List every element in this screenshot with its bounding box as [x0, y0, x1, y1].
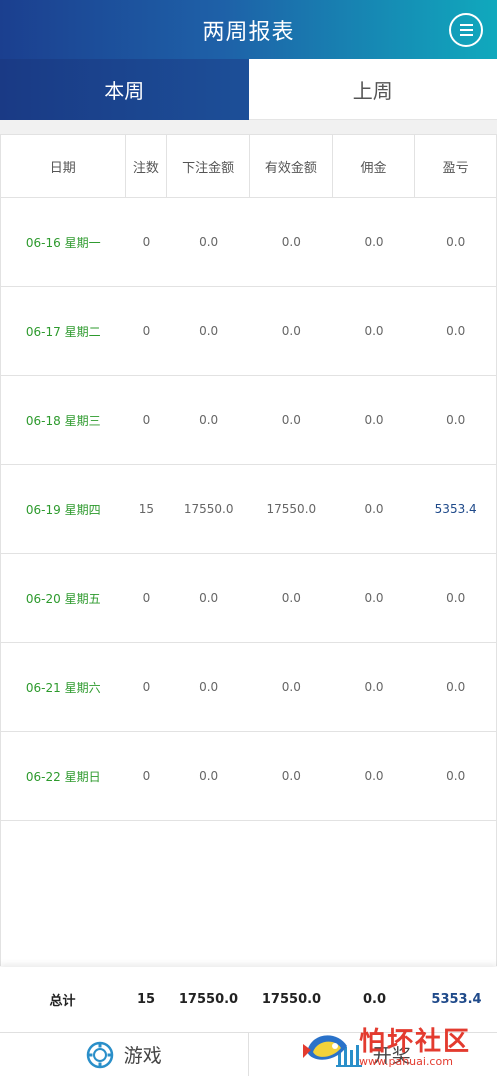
total-bet: 17550.0	[178, 992, 239, 1007]
row-profit: 0.0	[446, 769, 466, 783]
table-row: 06-16 星期一 0 0.0 0.0 0.0 0.0	[1, 198, 496, 287]
column-header-commission: 佣金	[333, 135, 416, 197]
row-bet: 0.0	[199, 324, 219, 338]
row-bet: 0.0	[199, 680, 219, 694]
row-bet: 0.0	[199, 413, 219, 427]
watermark-url: www.pahuai.com	[359, 1055, 453, 1068]
table-row: 06-18 星期三 0 0.0 0.0 0.0 0.0	[1, 376, 496, 465]
row-date: 06-18 星期三	[25, 413, 101, 428]
column-header-count: 注数	[126, 135, 168, 197]
column-header-valid: 有效金额	[250, 135, 333, 197]
row-profit: 0.0	[446, 591, 466, 605]
table-row: 06-22 星期日 0 0.0 0.0 0.0 0.0	[1, 732, 496, 821]
row-bet: 0.0	[199, 591, 219, 605]
row-count: 0	[142, 235, 151, 249]
row-profit: 0.0	[446, 324, 466, 338]
row-bet: 0.0	[199, 769, 219, 783]
total-valid: 17550.0	[261, 992, 322, 1007]
nav-games[interactable]: 游戏	[0, 1033, 249, 1076]
row-valid: 0.0	[281, 413, 301, 427]
row-commission: 0.0	[364, 769, 384, 783]
tab-last-week[interactable]: 上周	[248, 59, 497, 120]
row-count: 0	[142, 591, 151, 605]
row-commission: 0.0	[364, 235, 384, 249]
row-profit: 5353.4	[434, 502, 477, 516]
row-date: 06-17 星期二	[25, 324, 101, 339]
row-date: 06-22 星期日	[25, 769, 101, 784]
row-bet: 0.0	[199, 235, 219, 249]
table-row: 06-20 星期五 0 0.0 0.0 0.0 0.0	[1, 554, 496, 643]
column-header-profit: 盈亏	[442, 160, 469, 176]
row-profit: 0.0	[446, 235, 466, 249]
row-profit: 0.0	[446, 680, 466, 694]
watermark-logo: 怕坏社区 www.pahuai.com	[301, 1020, 491, 1076]
total-profit: 5353.4	[431, 992, 482, 1007]
total-label: 总计	[49, 994, 76, 1009]
row-date: 06-16 星期一	[25, 235, 101, 250]
row-count: 0	[142, 680, 151, 694]
divider	[0, 120, 497, 134]
row-valid: 0.0	[281, 680, 301, 694]
report-table: 日期 注数 下注金额 有效金额 佣金 盈亏 06-16 星期一 0 0.0 0.…	[0, 134, 497, 966]
row-commission: 0.0	[364, 324, 384, 338]
row-count: 15	[138, 502, 155, 516]
table-row: 06-21 星期六 0 0.0 0.0 0.0 0.0	[1, 643, 496, 732]
row-commission: 0.0	[364, 680, 384, 694]
row-commission: 0.0	[364, 591, 384, 605]
table-empty-area	[1, 821, 496, 966]
total-commission: 0.0	[362, 992, 387, 1007]
table-row: 06-17 星期二 0 0.0 0.0 0.0 0.0	[1, 287, 496, 376]
row-date: 06-19 星期四	[25, 502, 101, 517]
row-count: 0	[142, 413, 151, 427]
row-valid: 0.0	[281, 235, 301, 249]
row-valid: 17550.0	[266, 502, 317, 516]
row-count: 0	[142, 769, 151, 783]
week-tabs: 本周 上周	[0, 59, 497, 120]
column-header-bet: 下注金额	[167, 135, 250, 197]
total-count: 15	[136, 992, 156, 1007]
menu-icon[interactable]	[449, 13, 483, 47]
row-valid: 0.0	[281, 324, 301, 338]
row-date: 06-20 星期五	[25, 591, 101, 606]
watermark-text: 怕坏社区 www.pahuai.com	[359, 1028, 471, 1068]
header-bar: 两周报表	[0, 0, 497, 59]
row-count: 0	[142, 324, 151, 338]
watermark-main: 怕坏社区	[359, 1027, 472, 1057]
table-row: 06-19 星期四 15 17550.0 17550.0 0.0 5353.4	[1, 465, 496, 554]
row-commission: 0.0	[364, 502, 384, 516]
row-date: 06-21 星期六	[25, 680, 101, 695]
row-profit: 0.0	[446, 413, 466, 427]
game-chip-icon	[86, 1041, 114, 1069]
fish-logo-icon	[301, 1022, 353, 1074]
column-header-date: 日期	[1, 135, 126, 197]
row-bet: 17550.0	[183, 502, 234, 516]
nav-games-label: 游戏	[123, 1045, 162, 1067]
row-valid: 0.0	[281, 769, 301, 783]
table-header: 日期 注数 下注金额 有效金额 佣金 盈亏	[1, 134, 496, 198]
row-commission: 0.0	[364, 413, 384, 427]
row-valid: 0.0	[281, 591, 301, 605]
page-title: 两周报表	[202, 19, 295, 45]
tab-this-week[interactable]: 本周	[0, 59, 249, 120]
